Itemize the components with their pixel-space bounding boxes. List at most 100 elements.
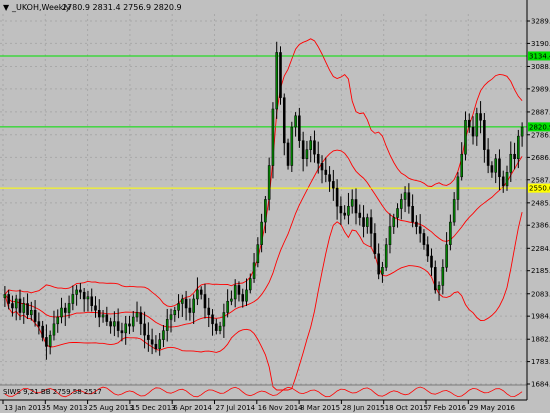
price-tick-label: 2386.0: [531, 222, 550, 230]
candle-body: [215, 323, 218, 331]
candle-body: [86, 296, 90, 300]
candle-body: [400, 199, 403, 209]
candle-body: [384, 244, 388, 268]
price-tick-label: 2989.0: [531, 85, 550, 93]
candle-body: [79, 289, 82, 293]
price-tick-label: 2587.0: [531, 176, 550, 184]
candle-body: [381, 267, 384, 275]
price-tick-label: 3190.0: [531, 40, 550, 48]
candle-body: [309, 140, 312, 150]
candle-body: [196, 289, 199, 300]
candle-body: [97, 310, 101, 318]
candle-body: [30, 310, 33, 316]
candle-body: [252, 262, 256, 279]
candle-body: [294, 115, 297, 128]
candle-body: [279, 52, 282, 98]
price-tick-label: 2284.0: [531, 245, 550, 253]
price-tick-label: 3289.0: [531, 18, 550, 26]
candle-body: [222, 312, 226, 327]
green-level-lower-label: 2820.9: [529, 123, 550, 131]
candle-body: [498, 158, 501, 178]
candle-body: [267, 165, 271, 200]
candle-body: [301, 140, 305, 159]
candle-body: [426, 244, 430, 257]
price-tick-label: 2083.0: [531, 290, 550, 298]
price-tick-label: 2485.0: [531, 199, 550, 207]
time-tick-label: 25 Aug 2013: [89, 404, 134, 412]
candle-body: [271, 108, 275, 166]
candle-body: [437, 285, 441, 291]
price-tick-label: 1882.0: [531, 336, 550, 344]
candle-body: [105, 314, 109, 322]
yellow-level-label: 2550.0: [529, 185, 550, 193]
candle-body: [109, 321, 112, 327]
candle-body: [509, 153, 513, 173]
time-tick-label: 27 Jul 2014: [216, 404, 256, 412]
candle-body: [177, 303, 180, 311]
candle-body: [90, 296, 94, 306]
time-tick-label: 8 Mar 2015: [300, 404, 340, 412]
candle-body: [520, 126, 524, 137]
candle-body: [48, 334, 52, 347]
candle-body: [441, 267, 445, 286]
triangle-down-icon[interactable]: ▼: [3, 3, 10, 12]
candle-body: [135, 312, 139, 318]
candle-body: [22, 303, 26, 313]
candle-body: [211, 314, 214, 325]
candle-body: [339, 205, 343, 214]
price-chart[interactable]: 3134.4 2820.9 2550.0 3289.0 3190.0 3088.0 298…: [0, 0, 550, 413]
candle-body: [203, 294, 207, 309]
candle-body: [256, 244, 260, 264]
candle-body: [517, 135, 520, 159]
price-tick-label: 2185.0: [531, 267, 550, 275]
candle-body: [313, 140, 316, 155]
time-tick-label: 18 Oct 2015: [385, 404, 428, 412]
candle-body: [513, 153, 516, 159]
candle-body: [245, 289, 248, 302]
candle-body: [486, 149, 490, 166]
candle-body: [490, 165, 494, 173]
price-tick-label: 1783.0: [531, 358, 550, 366]
candle-body: [101, 314, 105, 318]
candle-body: [479, 113, 482, 121]
candle-body: [14, 298, 18, 309]
candle-body: [445, 244, 448, 268]
candle-body: [347, 205, 350, 216]
plot-background: [0, 0, 550, 413]
candle-body: [41, 325, 44, 338]
price-tick-label: 3088.0: [531, 63, 550, 71]
candle-body: [120, 330, 124, 334]
candle-body: [188, 307, 192, 313]
candle-body: [449, 221, 452, 245]
candle-body: [298, 115, 301, 141]
candle-body: [369, 217, 373, 234]
candle-body: [26, 303, 29, 316]
candle-body: [464, 120, 467, 155]
candle-body: [430, 255, 433, 268]
candle-body: [275, 52, 279, 110]
candle-body: [237, 285, 241, 295]
candle-body: [124, 323, 127, 334]
candle-body: [282, 97, 286, 144]
candle-body: [139, 312, 143, 325]
candle-body: [131, 316, 135, 327]
time-tick-label: 6 Apr 2014: [173, 404, 212, 412]
time-tick-label: 29 May 2016: [469, 404, 515, 412]
candle-body: [184, 298, 188, 309]
candle-body: [116, 321, 120, 331]
candle-body: [505, 172, 509, 187]
candle-body: [290, 126, 294, 166]
candle-body: [286, 142, 290, 166]
candle-body: [418, 226, 422, 234]
candle-body: [158, 339, 161, 349]
time-tick-label: 7 Feb 2016: [427, 404, 467, 412]
price-tick-label: 2887.0: [531, 108, 550, 116]
candle-body: [218, 325, 222, 331]
candle-body: [143, 323, 146, 336]
chart-header: ▼ _UKOH,Weekly 2780.9 2831.4 2756.9 2820…: [3, 3, 182, 12]
candle-body: [150, 339, 154, 345]
candle-body: [396, 208, 399, 218]
candle-body: [433, 267, 437, 291]
candle-body: [154, 343, 158, 349]
candle-body: [483, 120, 486, 150]
